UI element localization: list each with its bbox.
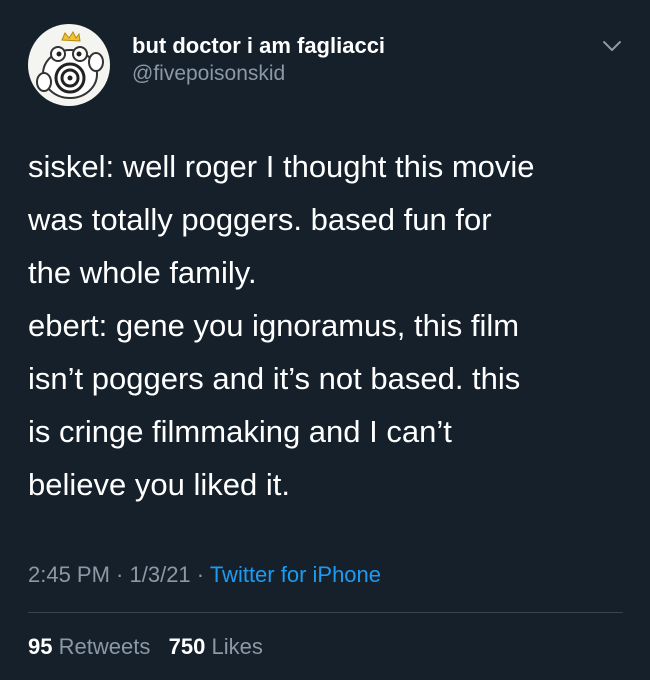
tweet-card: but doctor i am fagliacci @fivepoisonski… <box>0 0 650 680</box>
divider <box>28 612 623 613</box>
tweet-text-line: siskel: well roger I thought this movie <box>28 149 535 184</box>
display-name[interactable]: but doctor i am fagliacci <box>132 32 385 60</box>
user-handle[interactable]: @fivepoisonskid <box>132 60 385 88</box>
tweet-source-link[interactable]: Twitter for iPhone <box>210 562 381 587</box>
tweet-stats: 95 Retweets 750 Likes <box>28 630 263 664</box>
chevron-down-icon[interactable] <box>600 34 624 58</box>
tweet-time[interactable]: 2:45 PM <box>28 562 110 587</box>
likes-stat[interactable]: 750 Likes <box>169 634 263 659</box>
retweets-count: 95 <box>28 634 53 659</box>
meta-separator: · <box>190 562 210 587</box>
poliwrath-avatar-icon <box>36 31 104 99</box>
tweet-text-line: the whole family. <box>28 255 257 290</box>
retweets-stat[interactable]: 95 Retweets <box>28 634 150 659</box>
likes-label: Likes <box>211 634 263 659</box>
user-names: but doctor i am fagliacci @fivepoisonski… <box>132 32 385 88</box>
tweet-meta: 2:45 PM · 1/3/21 · Twitter for iPhone <box>28 558 381 592</box>
likes-count: 750 <box>168 634 206 659</box>
tweet-text-line: is cringe filmmaking and I can’t <box>28 414 452 449</box>
avatar[interactable] <box>28 24 110 106</box>
tweet-header: but doctor i am fagliacci @fivepoisonski… <box>28 24 628 108</box>
tweet-text-line: isn’t poggers and it’s not based. this <box>28 361 521 396</box>
meta-separator: · <box>109 562 130 587</box>
tweet-text-line: ebert: gene you ignoramus, this film <box>28 308 520 343</box>
tweet-text-line: was totally poggers. based fun for <box>28 202 492 237</box>
tweet-text: siskel: well roger I thought this movie … <box>28 140 628 511</box>
tweet-text-line: believe you liked it. <box>28 467 290 502</box>
tweet-date[interactable]: 1/3/21 <box>130 562 191 587</box>
retweets-label: Retweets <box>58 634 151 659</box>
